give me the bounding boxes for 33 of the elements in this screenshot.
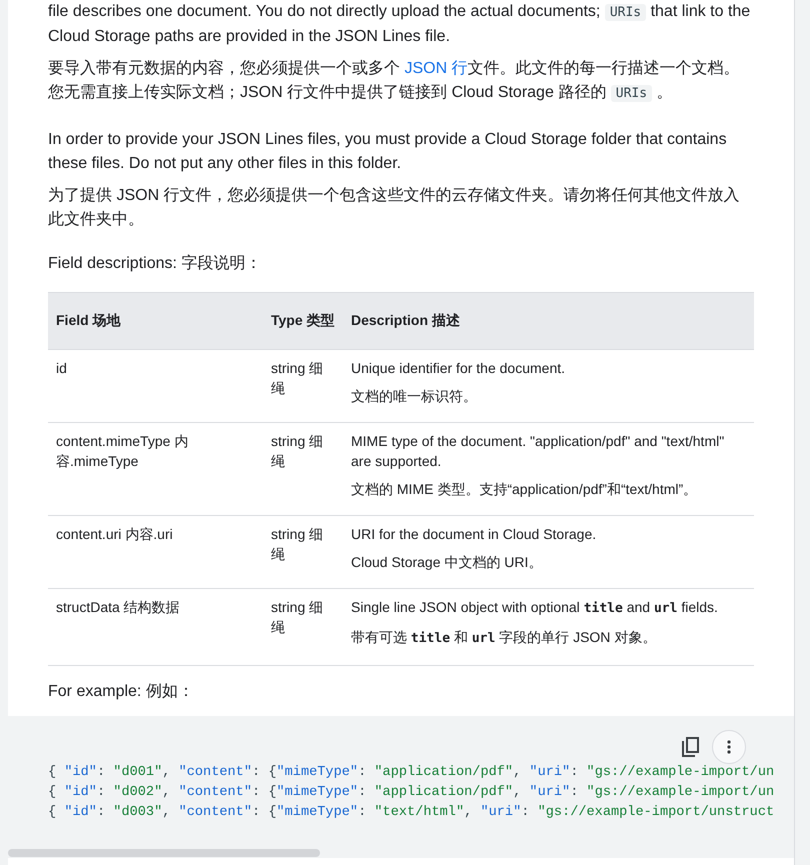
paragraph: file describes one document. You do not directly upload the actual documents; URIs that link to the Cloud Storage paths are provided in the JSON Lines file. <box>48 2 752 47</box>
type-cell: string 细绳 <box>263 516 343 588</box>
type-cell: string 细绳 <box>263 422 343 516</box>
column-header: Description 描述 <box>343 292 754 350</box>
column-header: Field 场地 <box>48 292 263 350</box>
description-text: Unique identifier for the document. <box>351 359 566 378</box>
description-text: URI for the document in Cloud Storage. <box>351 525 598 544</box>
description-text: 带有可选 title 和 url 字段的单行 JSON 对象。 <box>351 628 658 648</box>
field-cell: content.mimeType 内容.mimeType <box>48 422 263 516</box>
json-lines-link[interactable]: JSON 行 <box>404 60 468 77</box>
description-text: Cloud Storage 中文档的 URI。 <box>351 553 544 572</box>
field-cell: content.uri 内容.uri <box>48 516 263 588</box>
description-text: MIME type of the document. "application/pdf" and "text/html" are supported. <box>351 432 726 471</box>
paragraph: 要导入带有元数据的内容，您必须提供一个或多个 JSON 行文件。此文件的每一行描述一个文档。您无需直接上传实际文档；JSON 行文件中提供了链接到 Cloud Storage 路径的 URIs 。 <box>48 58 741 104</box>
type-cell: string 细绳 <box>263 588 343 666</box>
scrollbar-thumb[interactable] <box>8 849 320 857</box>
description-text: 文档的 MIME 类型。支持“application/pdf”和“text/html”。 <box>351 480 698 499</box>
paragraph: In order to provide your JSON Lines files, you must provide a Cloud Storage folder that contains these files. Do not put any other files in this folder. <box>48 130 728 174</box>
code-line: { "id": "d001", "content": {"mimeType": "application/pdf", "uri": "gs://example-import/un <box>48 764 776 782</box>
type-cell: string 细绳 <box>263 350 343 422</box>
column-header: Type 类型 <box>263 292 343 350</box>
example-intro: For example: 例如： <box>48 682 195 702</box>
description-text: Single line JSON object with optional title and url fields. <box>351 598 719 618</box>
more-options-icon <box>727 740 731 754</box>
field-cell: structData 结构数据 <box>48 588 263 666</box>
description-text: 文档的唯一标识符。 <box>351 387 478 406</box>
more-options-button[interactable] <box>712 730 746 764</box>
paragraph: 为了提供 JSON 行文件，您必须提供一个包含这些文件的云存储文件夹。请勿将任何其他文件放入此文件夹中。 <box>48 186 741 230</box>
field-cell: id <box>48 350 263 422</box>
code-line: { "id": "d002", "content": {"mimeType": "application/pdf", "uri": "gs://example-import/un <box>48 784 776 802</box>
copy-icon[interactable] <box>682 737 700 757</box>
table-intro: Field descriptions: 字段说明： <box>48 254 262 274</box>
code-line: { "id": "d003", "content": {"mimeType": "text/html", "uri": "gs://example-import/unstruct <box>48 804 776 822</box>
